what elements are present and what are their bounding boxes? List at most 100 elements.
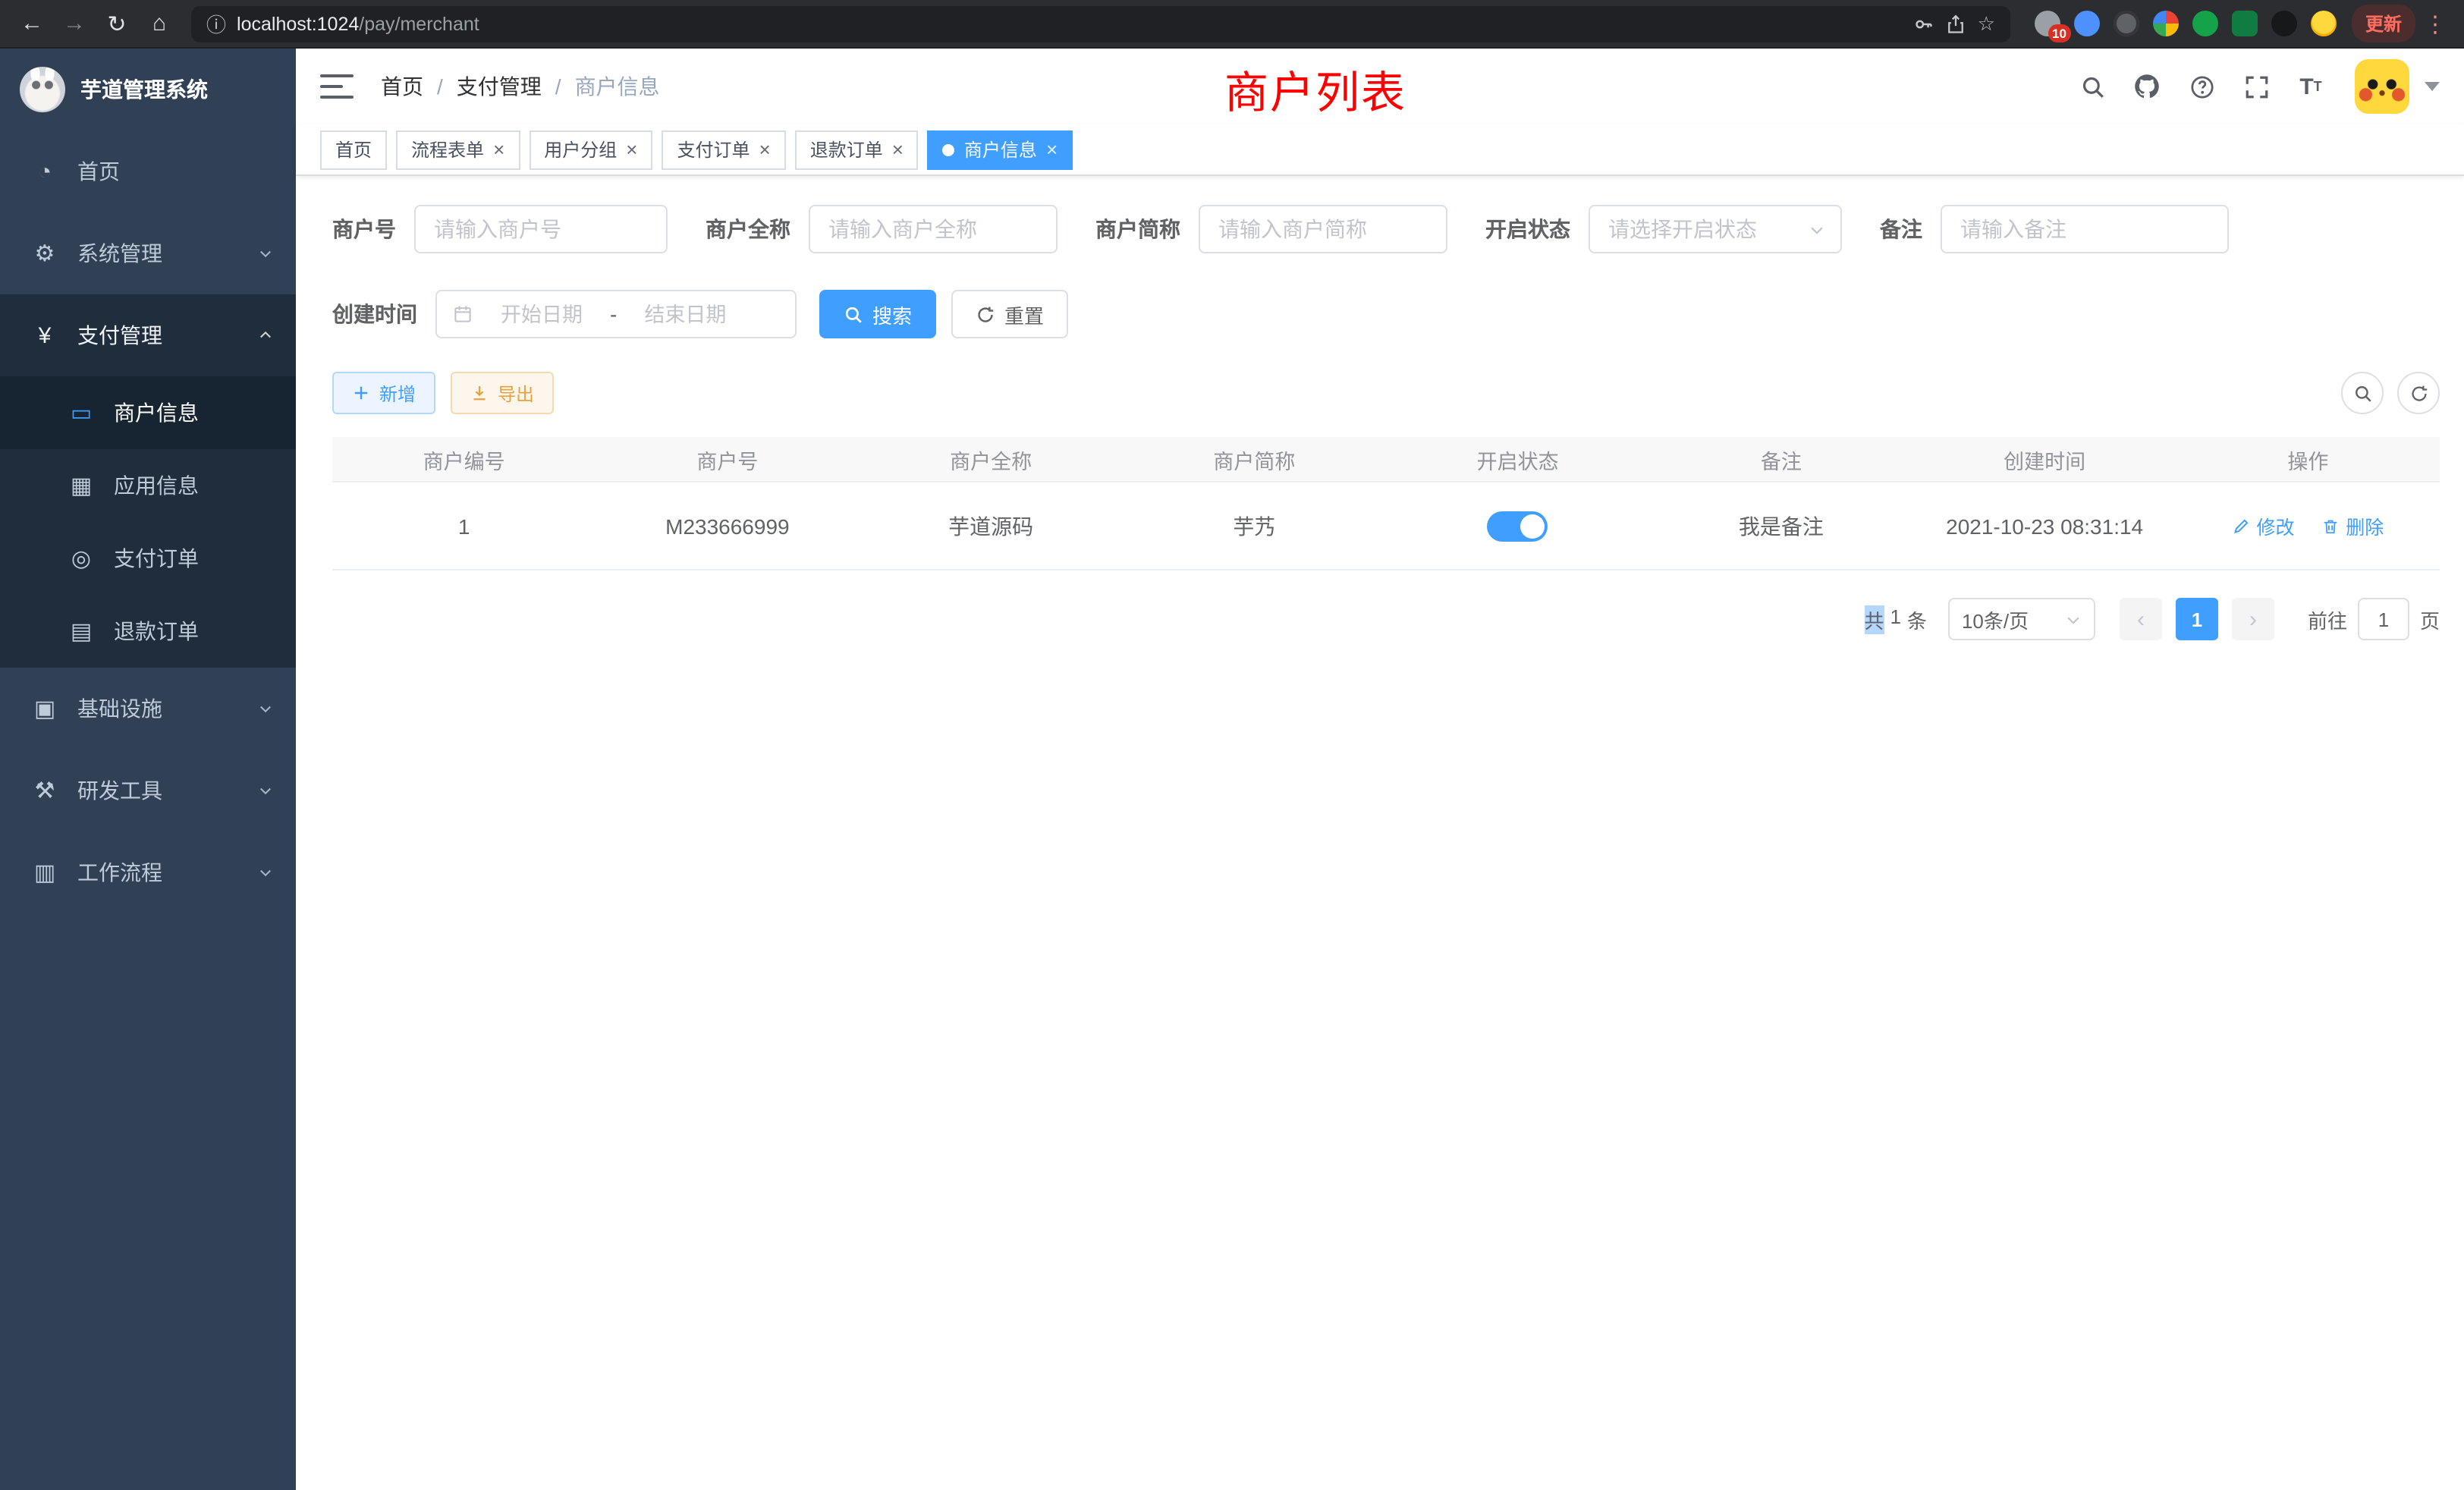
close-icon[interactable]: × <box>759 140 771 159</box>
close-icon[interactable]: × <box>626 140 637 159</box>
cell-remark: 我是备注 <box>1649 511 1912 541</box>
browser-menu-icon[interactable]: ⋮ <box>2418 10 2452 37</box>
tab-home[interactable]: 首页 <box>320 130 387 169</box>
goto-label: 前往 <box>2308 605 2347 633</box>
tab-pay-orders[interactable]: 支付订单 × <box>662 130 785 169</box>
address-bar[interactable]: ⓘ localhost:1024/pay/merchant ☆ <box>191 5 2010 42</box>
delete-link[interactable]: 删除 <box>2321 511 2384 540</box>
tools-icon: ⚒ <box>32 777 58 804</box>
search-icon[interactable] <box>2070 64 2115 109</box>
user-avatar[interactable] <box>2355 59 2409 114</box>
breadcrumb-home[interactable]: 首页 <box>381 71 423 102</box>
browser-toolbar: ← → ↻ ⌂ ⓘ localhost:1024/pay/merchant ☆ … <box>0 0 2464 49</box>
app-title: 芋道管理系统 <box>80 74 208 105</box>
status-label: 开启状态 <box>1485 214 1570 244</box>
tab-merchant-info[interactable]: 商户信息 × <box>928 130 1073 169</box>
extension-green-square-icon[interactable] <box>2232 11 2258 36</box>
browser-forward-button[interactable]: → <box>55 4 94 43</box>
page-size-select[interactable]: 10条/页 <box>1948 598 2095 640</box>
tab-process-form[interactable]: 流程表单 × <box>396 130 520 169</box>
top-navbar: 首页 / 支付管理 / 商户信息 TT <box>296 49 2464 124</box>
column-header: 商户全称 <box>860 444 1123 474</box>
sidebar-item-app-info[interactable]: ▦ 应用信息 <box>0 449 296 522</box>
refresh-icon <box>2409 383 2428 403</box>
create-time-range[interactable]: - <box>435 290 797 338</box>
plus-icon <box>352 384 370 402</box>
start-date-input[interactable] <box>482 303 601 325</box>
browser-reload-button[interactable]: ↻ <box>97 4 137 43</box>
sidebar-item-system[interactable]: ⚙ 系统管理 <box>0 212 296 294</box>
sidebar-item-workflow[interactable]: ▥ 工作流程 <box>0 831 296 913</box>
navbar-actions: TT <box>2070 59 2440 114</box>
sidebar-item-label: 首页 <box>77 156 120 187</box>
sidebar-item-merchant-info[interactable]: ▭ 商户信息 <box>0 376 296 449</box>
tab-refund-orders[interactable]: 退款订单 × <box>795 130 919 169</box>
sidebar-item-home[interactable]: ◔ 首页 <box>0 130 296 212</box>
merchant-table: 商户编号 商户号 商户全称 商户简称 开启状态 备注 创建时间 操作 1 M23… <box>332 437 2440 571</box>
extension-ring-icon[interactable] <box>2114 11 2139 36</box>
refresh-table-button[interactable] <box>2397 372 2440 414</box>
tab-label: 流程表单 <box>411 137 484 162</box>
page-1-button[interactable]: 1 <box>2176 598 2218 640</box>
fullscreen-icon[interactable] <box>2233 64 2279 109</box>
sidebar-item-infrastructure[interactable]: ▣ 基础设施 <box>0 668 296 750</box>
password-key-icon[interactable] <box>1914 13 1935 34</box>
app-logo[interactable]: 芋道管理系统 <box>0 49 296 130</box>
date-separator: - <box>610 302 617 326</box>
sidebar-item-refund-orders[interactable]: ▤ 退款订单 <box>0 595 296 668</box>
status-select[interactable]: 请选择开启状态 <box>1589 205 1842 253</box>
browser-home-button[interactable]: ⌂ <box>140 4 179 43</box>
export-button[interactable]: 导出 <box>451 372 554 414</box>
merchant-no-input[interactable] <box>414 205 668 253</box>
site-info-icon[interactable]: ⓘ <box>206 9 226 38</box>
font-size-icon[interactable]: TT <box>2288 64 2334 109</box>
prev-page-button[interactable]: ‹ <box>2120 598 2162 640</box>
status-toggle[interactable] <box>1488 511 1548 541</box>
total-count: 共 1 条 <box>1864 605 1927 633</box>
chevron-down-icon <box>2065 611 2082 627</box>
search-button[interactable]: 搜索 <box>819 290 936 338</box>
full-name-input[interactable] <box>809 205 1058 253</box>
active-tab-dot <box>943 143 955 156</box>
sidebar-item-label: 基础设施 <box>77 693 162 724</box>
goto-page-input[interactable] <box>2358 598 2409 640</box>
extension-dark-icon[interactable] <box>2271 11 2297 36</box>
end-date-input[interactable] <box>626 303 744 325</box>
tab-label: 支付订单 <box>677 137 750 162</box>
extension-pin-icon[interactable]: 10 <box>2035 11 2060 36</box>
close-icon[interactable]: × <box>892 140 904 159</box>
user-menu-caret-icon[interactable] <box>2425 82 2440 91</box>
add-button[interactable]: 新增 <box>332 372 435 414</box>
extension-drop-icon[interactable] <box>2074 11 2100 36</box>
full-name-label: 商户全称 <box>706 214 790 244</box>
share-icon[interactable] <box>1946 13 1967 34</box>
search-icon <box>844 304 863 324</box>
column-header: 备注 <box>1649 444 1912 474</box>
extension-face-icon[interactable] <box>2311 11 2337 36</box>
reset-button[interactable]: 重置 <box>951 290 1068 338</box>
edit-link[interactable]: 修改 <box>2232 511 2294 540</box>
extension-multicolor-icon[interactable] <box>2153 11 2179 36</box>
remark-label: 备注 <box>1880 214 1922 244</box>
bookmark-star-icon[interactable]: ☆ <box>1978 11 1995 36</box>
sidebar-item-payment[interactable]: ¥ 支付管理 <box>0 294 296 376</box>
browser-back-button[interactable]: ← <box>12 4 52 43</box>
collapse-menu-icon[interactable] <box>320 74 354 99</box>
github-icon[interactable] <box>2124 64 2170 109</box>
sidebar-item-label: 商户信息 <box>114 398 199 428</box>
help-icon[interactable] <box>2179 64 2224 109</box>
sidebar-item-label: 系统管理 <box>77 238 162 269</box>
sidebar-item-pay-orders[interactable]: ◎ 支付订单 <box>0 522 296 595</box>
sidebar-item-dev-tools[interactable]: ⚒ 研发工具 <box>0 750 296 831</box>
close-icon[interactable]: × <box>493 140 504 159</box>
next-page-button[interactable]: › <box>2232 598 2274 640</box>
extension-green-circle-icon[interactable] <box>2192 11 2218 36</box>
browser-update-button[interactable]: 更新 <box>2352 5 2415 42</box>
toggle-search-button[interactable] <box>2341 372 2384 414</box>
column-header: 操作 <box>2176 444 2440 474</box>
tab-user-group[interactable]: 用户分组 × <box>529 130 652 169</box>
short-name-input[interactable] <box>1199 205 1447 253</box>
close-icon[interactable]: × <box>1046 140 1058 159</box>
breadcrumb-payment[interactable]: 支付管理 <box>457 71 542 102</box>
remark-input[interactable] <box>1941 205 2229 253</box>
